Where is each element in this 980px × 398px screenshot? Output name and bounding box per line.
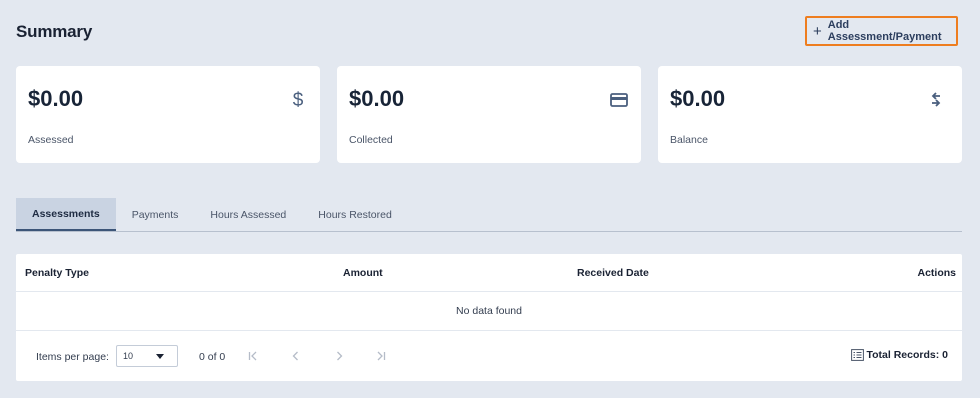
page-header: Summary + Add Assessment/Payment [0, 0, 980, 60]
previous-page-button[interactable] [287, 347, 305, 365]
tab-bar: Assessments Payments Hours Assessed Hour… [16, 198, 962, 232]
tab-hours-assessed[interactable]: Hours Assessed [194, 198, 302, 231]
first-page-icon [248, 351, 257, 361]
items-per-page-value: 10 [123, 351, 134, 361]
collected-card: $0.00 Collected [337, 66, 641, 163]
svg-text:$: $ [293, 90, 304, 110]
items-per-page-label: Items per page: [36, 351, 109, 363]
add-assessment-payment-button[interactable]: + Add Assessment/Payment [805, 16, 958, 46]
column-header-received-date[interactable]: Received Date [577, 267, 649, 279]
column-header-penalty-type[interactable]: Penalty Type [25, 267, 89, 279]
last-page-button[interactable] [372, 347, 390, 365]
paginator: Items per page: 10 0 of 0 Total Records:… [16, 332, 962, 381]
plus-icon: + [813, 22, 822, 40]
dollar-icon: $ [288, 90, 308, 110]
column-header-actions: Actions [917, 267, 956, 279]
assessed-caption: Assessed [28, 134, 74, 146]
chevron-down-icon [156, 354, 164, 359]
page-title: Summary [16, 22, 93, 41]
empty-message: No data found [456, 305, 522, 317]
page-range-label: 0 of 0 [199, 351, 226, 363]
total-records: Total Records: 0 [850, 349, 949, 361]
items-per-page-select[interactable]: 10 [116, 345, 178, 367]
balance-card: $0.00 Balance [658, 66, 962, 163]
balance-caption: Balance [670, 134, 708, 146]
total-records-label: Total Records: 0 [866, 349, 949, 361]
next-page-button[interactable] [330, 347, 348, 365]
balance-amount: $0.00 [670, 86, 726, 111]
list-icon [850, 349, 864, 361]
chevron-right-icon [337, 351, 343, 361]
tab-payments[interactable]: Payments [116, 198, 195, 231]
collected-caption: Collected [349, 134, 393, 146]
collected-amount: $0.00 [349, 86, 405, 111]
assessments-table: Penalty Type Amount Received Date Action… [16, 254, 962, 381]
chevron-left-icon [292, 351, 298, 361]
empty-state-row: No data found [16, 292, 962, 331]
tab-assessments[interactable]: Assessments [16, 198, 116, 231]
column-header-amount[interactable]: Amount [343, 267, 383, 279]
assessed-amount: $0.00 [28, 86, 84, 111]
add-button-label: Add Assessment/Payment [827, 19, 942, 43]
tab-hours-restored[interactable]: Hours Restored [302, 198, 408, 231]
assessed-card: $0.00 Assessed $ [16, 66, 320, 163]
table-header: Penalty Type Amount Received Date Action… [16, 254, 962, 292]
first-page-button[interactable] [244, 347, 262, 365]
credit-card-icon [609, 90, 629, 110]
last-page-icon [377, 351, 386, 361]
balance-arrows-icon [930, 90, 950, 110]
